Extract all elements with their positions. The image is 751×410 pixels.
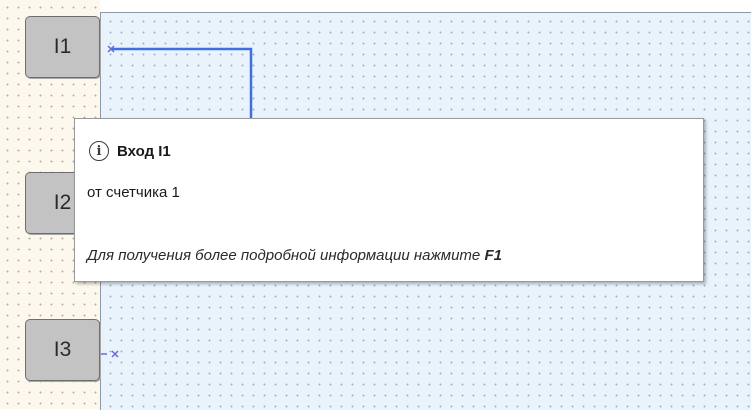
input-block-i3[interactable]: I3 xyxy=(25,319,100,381)
tooltip-body: от счетчика 1 xyxy=(87,184,180,201)
input-label-i2: I2 xyxy=(53,191,72,214)
tooltip-hint: Для получения более подробной информации… xyxy=(87,247,502,264)
info-icon: i xyxy=(89,141,109,161)
tooltip-title: Вход I1 xyxy=(117,142,171,160)
input-label-i3: I3 xyxy=(53,338,72,361)
input-block-i1[interactable]: I1 xyxy=(25,16,100,78)
input-label-i1: I1 xyxy=(53,35,72,58)
tooltip-hint-text: Для получения более подробной информации… xyxy=(87,247,481,264)
tooltip-hint-key: F1 xyxy=(484,247,502,264)
tooltip: i Вход I1 от счетчика 1 Для получения бо… xyxy=(74,118,704,282)
tooltip-header: i Вход I1 xyxy=(89,141,171,161)
